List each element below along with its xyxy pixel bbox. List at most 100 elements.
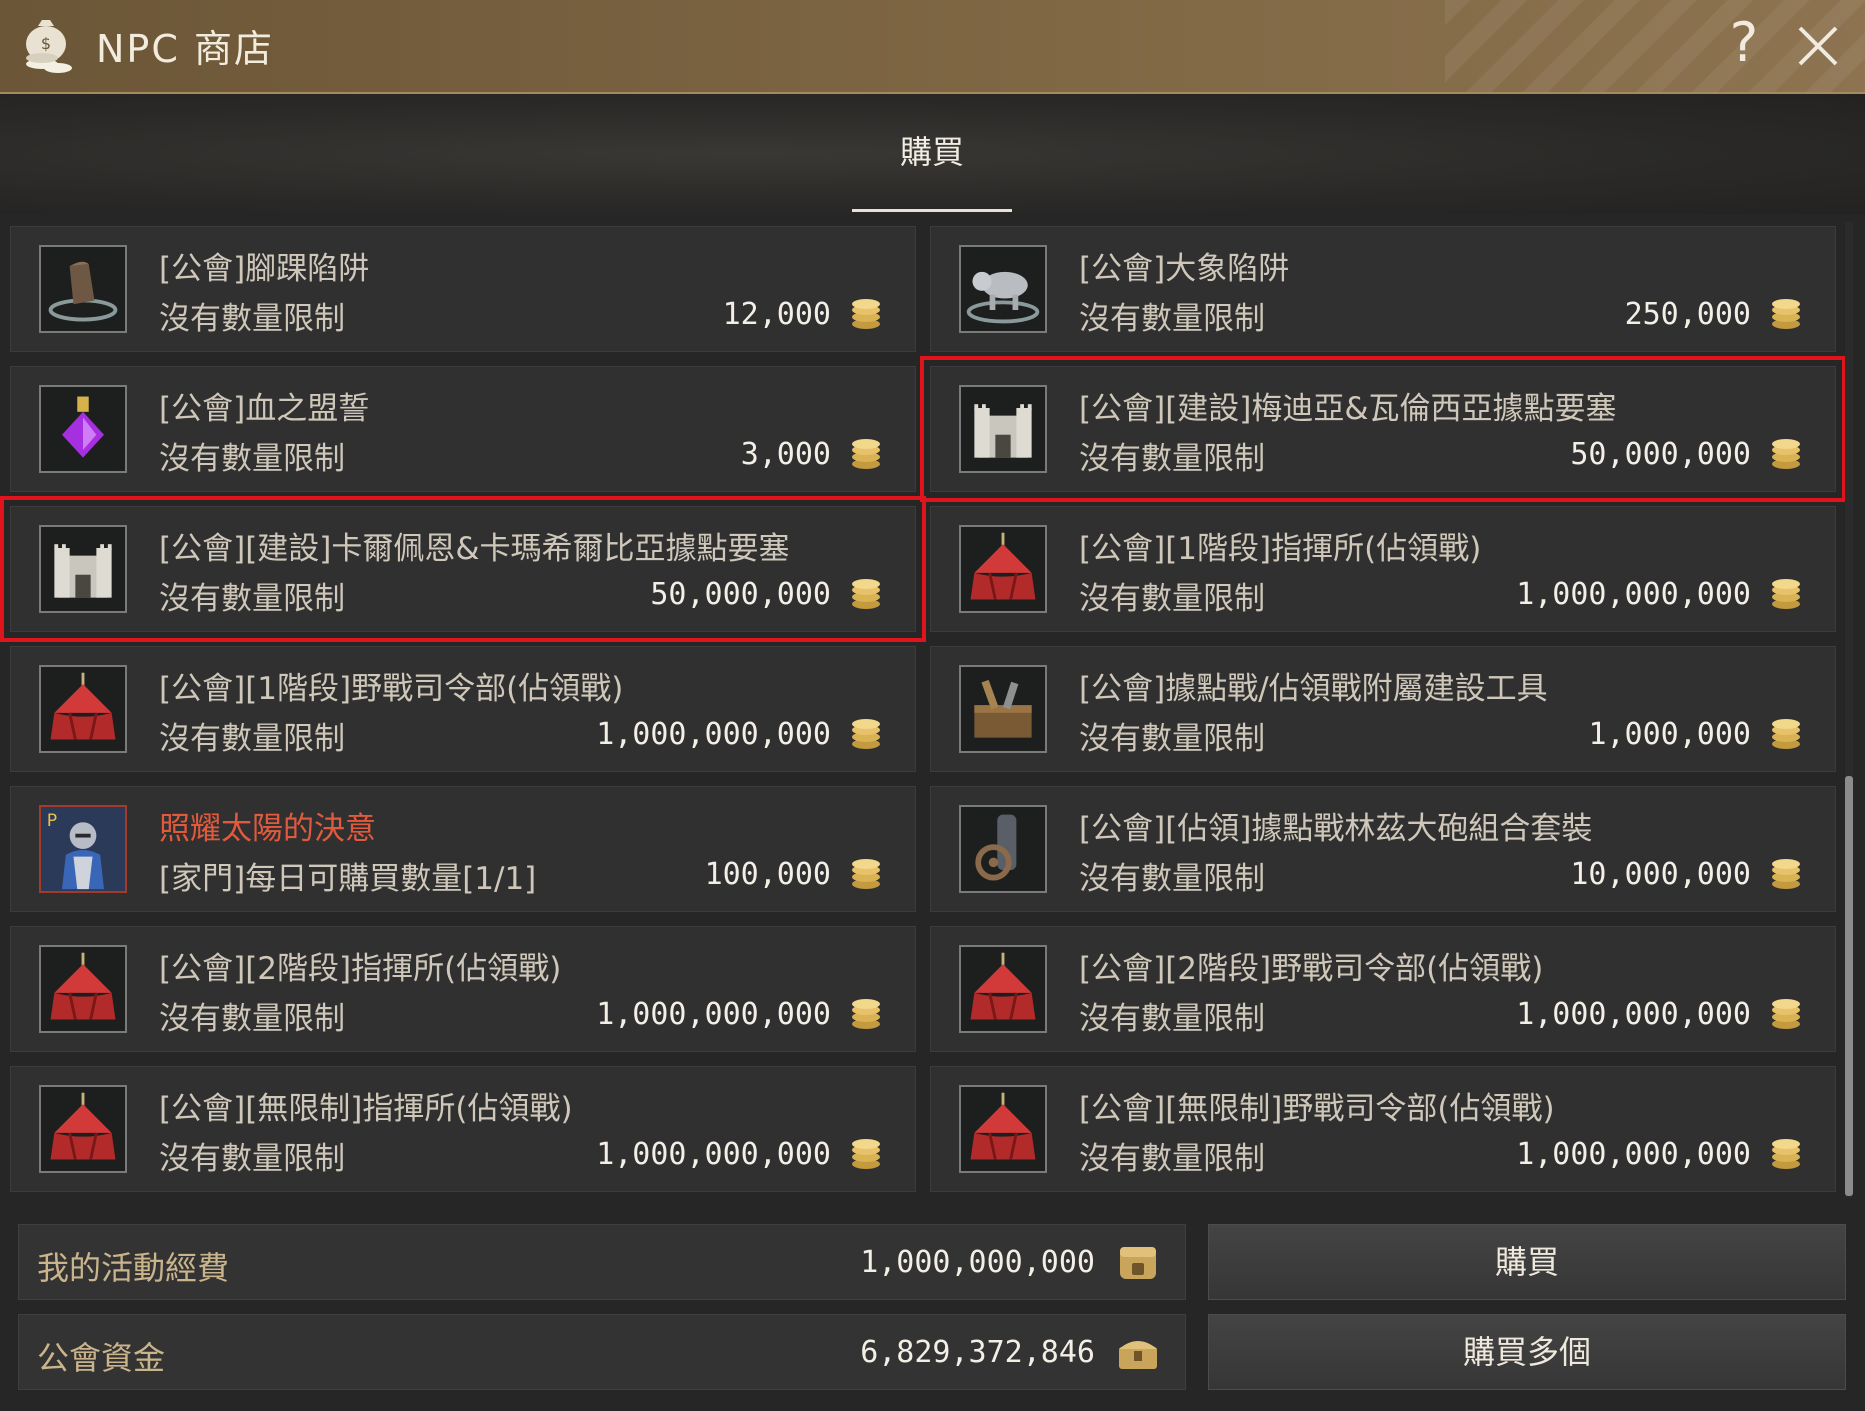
silver-coin-icon — [1772, 299, 1800, 329]
item-name: [公會][1階段]指揮所(佔領戰) — [1079, 531, 1482, 567]
coin-icon — [1769, 577, 1803, 611]
item-purchase-limit: 沒有數量限制 — [159, 581, 345, 617]
window-title: NPC 商店 — [96, 27, 274, 71]
shop-item[interactable]: [公會][佔領]據點戰林茲大砲組合套裝 沒有數量限制 10,000,000 — [930, 786, 1836, 912]
silver-coin-icon — [1772, 579, 1800, 609]
close-icon[interactable] — [1788, 16, 1848, 76]
blood-oath-icon — [39, 385, 127, 473]
shop-item[interactable]: [公會]腳踝陷阱 沒有數量限制 12,000 — [10, 226, 916, 352]
shop-item[interactable]: [公會]據點戰/佔領戰附屬建設工具 沒有數量限制 1,000,000 — [930, 646, 1836, 772]
activity-funds-row: 我的活動經費 1,000,000,000 — [18, 1224, 1186, 1300]
ankle-trap-icon — [39, 245, 127, 333]
item-name: [公會][建設]卡爾佩恩&卡瑪希爾比亞據點要塞 — [159, 531, 790, 567]
shop-item[interactable]: [公會][建設]卡爾佩恩&卡瑪希爾比亞據點要塞 沒有數量限制 50,000,000 — [0, 496, 926, 642]
item-price: 1,000,000 — [1588, 717, 1751, 752]
shop-item[interactable]: [公會][無限制]野戰司令部(佔領戰) 沒有數量限制 1,000,000,000 — [930, 1066, 1836, 1192]
item-price: 1,000,000,000 — [596, 717, 831, 752]
silver-coin-icon — [852, 859, 880, 889]
title-bar[interactable]: $ NPC 商店 ? — [0, 0, 1865, 94]
silver-coin-icon — [852, 719, 880, 749]
item-purchase-limit: [家門]每日可購買數量[1/1] — [159, 861, 537, 897]
activity-funds-icon — [1120, 1247, 1156, 1279]
item-price: 50,000,000 — [650, 577, 831, 612]
silver-coin-icon — [1772, 999, 1800, 1029]
item-purchase-limit: 沒有數量限制 — [159, 1001, 345, 1037]
silver-coin-icon — [852, 579, 880, 609]
silver-coin-icon — [1772, 439, 1800, 469]
help-button[interactable]: ? — [1716, 8, 1772, 78]
buy-button[interactable]: 購買 — [1208, 1224, 1846, 1300]
item-price: 10,000,000 — [1570, 857, 1751, 892]
activity-funds-label: 我的活動經費 — [37, 1249, 230, 1287]
coin-icon — [849, 997, 883, 1031]
silver-coin-icon — [1772, 859, 1800, 889]
shop-item[interactable]: P 照耀太陽的決意 [家門]每日可購買數量[1/1] 100,000 — [10, 786, 916, 912]
item-name: [公會][佔領]據點戰林茲大砲組合套裝 — [1079, 811, 1593, 847]
coin-icon — [1769, 997, 1803, 1031]
silver-coin-icon — [852, 439, 880, 469]
shop-item[interactable]: [公會][2階段]指揮所(佔領戰) 沒有數量限制 1,000,000,000 — [10, 926, 916, 1052]
scrollbar[interactable] — [1845, 222, 1853, 1198]
elephant-trap-icon — [959, 245, 1047, 333]
tab-active-indicator — [852, 209, 1012, 212]
svg-text:$: $ — [41, 34, 51, 53]
item-purchase-limit: 沒有數量限制 — [1079, 1001, 1265, 1037]
coin-icon — [1769, 297, 1803, 331]
coin-icon — [849, 1137, 883, 1171]
shop-item[interactable]: [公會]血之盟誓 沒有數量限制 3,000 — [10, 366, 916, 492]
item-purchase-limit: 沒有數量限制 — [159, 721, 345, 757]
guild-funds-row: 公會資金 6,829,372,846 — [18, 1314, 1186, 1390]
item-grid: [公會]腳踝陷阱 沒有數量限制 12,000 [公會]大象陷阱 沒有數量限制 250,00… — [0, 222, 1850, 1202]
tent-icon — [959, 945, 1047, 1033]
coin-icon — [849, 577, 883, 611]
toolbox-icon — [959, 665, 1047, 753]
coin-icon — [849, 437, 883, 471]
item-purchase-limit: 沒有數量限制 — [159, 1141, 345, 1177]
item-purchase-limit: 沒有數量限制 — [1079, 861, 1265, 897]
item-name: [公會]據點戰/佔領戰附屬建設工具 — [1079, 671, 1548, 707]
item-price: 1,000,000,000 — [596, 1137, 831, 1172]
silver-coin-icon — [1772, 719, 1800, 749]
item-price: 100,000 — [704, 857, 831, 892]
coin-icon — [849, 297, 883, 331]
item-price: 50,000,000 — [1570, 437, 1751, 472]
silver-coin-icon — [1772, 1139, 1800, 1169]
shop-item[interactable]: [公會][2階段]野戰司令部(佔領戰) 沒有數量限制 1,000,000,000 — [930, 926, 1836, 1052]
money-bag-icon: $ — [26, 20, 72, 73]
tab-buy[interactable]: 購買 — [852, 110, 1012, 210]
coin-icon — [1769, 1137, 1803, 1171]
shop-item[interactable]: [公會]大象陷阱 沒有數量限制 250,000 — [930, 226, 1836, 352]
item-price: 12,000 — [722, 297, 831, 332]
item-price: 3,000 — [740, 437, 831, 472]
buy-multiple-button[interactable]: 購買多個 — [1208, 1314, 1846, 1390]
item-name: 照耀太陽的決意 — [159, 811, 376, 847]
item-purchase-limit: 沒有數量限制 — [1079, 1141, 1265, 1177]
item-purchase-limit: 沒有數量限制 — [159, 301, 345, 337]
item-purchase-limit: 沒有數量限制 — [159, 441, 345, 477]
item-name: [公會][2階段]野戰司令部(佔領戰) — [1079, 951, 1544, 987]
shop-item[interactable]: [公會][無限制]指揮所(佔領戰) 沒有數量限制 1,000,000,000 — [10, 1066, 916, 1192]
scrollbar-thumb[interactable] — [1845, 776, 1853, 1196]
knight-icon: P — [39, 805, 127, 893]
item-name: [公會]腳踝陷阱 — [159, 251, 370, 287]
item-name: [公會]血之盟誓 — [159, 391, 370, 427]
fortress-icon — [39, 525, 127, 613]
coin-icon — [1769, 717, 1803, 751]
tent-icon — [959, 1085, 1047, 1173]
cannon-icon — [959, 805, 1047, 893]
guild-chest-icon — [1119, 1341, 1157, 1369]
item-price: 1,000,000,000 — [1516, 1137, 1751, 1172]
shop-item[interactable]: [公會][建設]梅迪亞&瓦倫西亞據點要塞 沒有數量限制 50,000,000 — [920, 356, 1846, 502]
item-name: [公會]大象陷阱 — [1079, 251, 1290, 287]
shop-item[interactable]: [公會][1階段]野戰司令部(佔領戰) 沒有數量限制 1,000,000,000 — [10, 646, 916, 772]
shop-item[interactable]: [公會][1階段]指揮所(佔領戰) 沒有數量限制 1,000,000,000 — [930, 506, 1836, 632]
item-purchase-limit: 沒有數量限制 — [1079, 301, 1265, 337]
item-name: [公會][2階段]指揮所(佔領戰) — [159, 951, 562, 987]
tent-icon — [39, 665, 127, 753]
item-name: [公會][無限制]指揮所(佔領戰) — [159, 1091, 573, 1127]
silver-coin-icon — [852, 299, 880, 329]
item-purchase-limit: 沒有數量限制 — [1079, 441, 1265, 477]
svg-text:P: P — [47, 811, 57, 831]
coin-icon — [1769, 857, 1803, 891]
guild-funds-value: 6,829,372,846 — [860, 1335, 1095, 1370]
